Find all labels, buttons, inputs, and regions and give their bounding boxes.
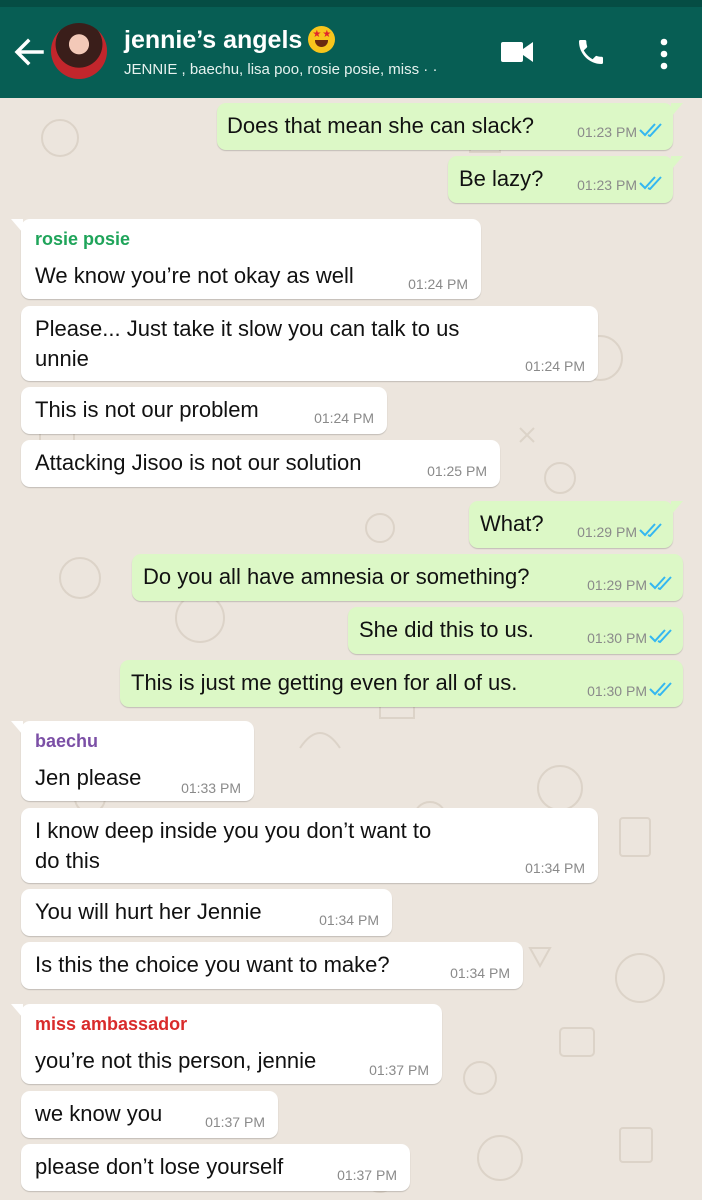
message-bubble-incoming[interactable]: You will hurt her Jennie 01:34 PM bbox=[21, 889, 392, 936]
message-bubble-incoming[interactable]: miss ambassador you’re not this person, … bbox=[11, 1004, 442, 1084]
double-check-read-icon bbox=[649, 576, 672, 590]
message-text: What? bbox=[480, 511, 544, 536]
message-text: Be lazy? bbox=[459, 166, 544, 191]
message-text: Jen please bbox=[35, 765, 142, 790]
status-bar bbox=[0, 0, 702, 7]
back-arrow-icon[interactable] bbox=[12, 37, 46, 67]
video-call-icon[interactable] bbox=[500, 40, 535, 64]
message-time: 01:37 PM bbox=[337, 1167, 397, 1183]
message-text: Attacking Jisoo is not our solution bbox=[35, 450, 362, 475]
chat-header: jennie’s angels JENNIE , baechu, lisa po… bbox=[0, 7, 702, 98]
message-time: 01:34 PM bbox=[450, 965, 510, 981]
message-text: We know you’re not okay as well bbox=[35, 263, 354, 288]
double-check-read-icon bbox=[639, 176, 662, 190]
message-text: Please... Just take it slow you can talk… bbox=[35, 316, 460, 341]
double-check-read-icon bbox=[639, 123, 662, 137]
message-bubble-outgoing[interactable]: What? 01:29 PM bbox=[469, 501, 683, 548]
chat-title[interactable]: jennie’s angels bbox=[124, 26, 336, 55]
message-text: you’re not this person, jennie bbox=[35, 1048, 317, 1073]
message-time: 01:24 PM bbox=[314, 410, 374, 426]
double-check-read-icon bbox=[639, 523, 662, 537]
message-time: 01:30 PM bbox=[587, 630, 647, 646]
message-time: 01:25 PM bbox=[427, 463, 487, 479]
message-time: 01:23 PM bbox=[577, 124, 637, 140]
message-time: 01:29 PM bbox=[587, 577, 647, 593]
message-time: 01:24 PM bbox=[408, 276, 468, 292]
message-bubble-incoming[interactable]: Attacking Jisoo is not our solution 01:2… bbox=[21, 440, 500, 487]
message-time: 01:34 PM bbox=[319, 912, 379, 928]
group-avatar[interactable] bbox=[51, 23, 107, 79]
message-bubble-outgoing[interactable]: Does that mean she can slack? 01:23 PM bbox=[217, 103, 683, 150]
message-bubble-incoming[interactable]: Is this the choice you want to make? 01:… bbox=[21, 942, 523, 989]
message-text: I know deep inside you you don’t want to bbox=[35, 818, 432, 843]
more-options-icon[interactable] bbox=[656, 37, 672, 73]
message-bubble-outgoing[interactable]: Do you all have amnesia or something? 01… bbox=[132, 554, 683, 601]
message-time: 01:23 PM bbox=[577, 177, 637, 193]
message-bubble-outgoing[interactable]: Be lazy? 01:23 PM bbox=[448, 156, 683, 203]
message-bubble-outgoing[interactable]: She did this to us. 01:30 PM bbox=[348, 607, 683, 654]
message-text: Do you all have amnesia or something? bbox=[143, 564, 530, 589]
message-text: This is just me getting even for all of … bbox=[131, 670, 518, 695]
message-time: 01:30 PM bbox=[587, 683, 647, 699]
message-bubble-incoming[interactable]: rosie posie We know you’re not okay as w… bbox=[11, 219, 481, 299]
message-time: 01:33 PM bbox=[181, 780, 241, 796]
message-bubble-incoming[interactable]: please don’t lose yourself 01:37 PM bbox=[21, 1144, 410, 1191]
message-time: 01:37 PM bbox=[369, 1062, 429, 1078]
message-time: 01:24 PM bbox=[525, 358, 585, 374]
participants-list[interactable]: JENNIE , baechu, lisa poo, rosie posie, … bbox=[124, 61, 459, 78]
message-text: please don’t lose yourself bbox=[35, 1154, 284, 1179]
message-text: we know you bbox=[35, 1101, 163, 1126]
message-list[interactable]: Does that mean she can slack? 01:23 PM B… bbox=[0, 98, 702, 1200]
sender-name: rosie posie bbox=[35, 229, 131, 249]
message-text: This is not our problem bbox=[35, 397, 259, 422]
sender-name: miss ambassador bbox=[35, 1014, 188, 1034]
message-text: You will hurt her Jennie bbox=[35, 899, 262, 924]
sender-name: baechu bbox=[35, 731, 99, 751]
message-text: Does that mean she can slack? bbox=[227, 113, 534, 138]
double-check-read-icon bbox=[649, 629, 672, 643]
message-bubble-incoming[interactable]: I know deep inside you you don’t want to… bbox=[21, 808, 598, 883]
double-check-read-icon bbox=[649, 682, 672, 696]
message-text: She did this to us. bbox=[359, 617, 534, 642]
star-struck-emoji-icon bbox=[308, 26, 336, 53]
message-text: Is this the choice you want to make? bbox=[35, 952, 390, 977]
message-text-line2: do this bbox=[35, 848, 100, 873]
message-bubble-incoming[interactable]: Please... Just take it slow you can talk… bbox=[21, 306, 598, 381]
message-bubble-incoming[interactable]: we know you 01:37 PM bbox=[21, 1091, 278, 1138]
chat-title-text: jennie’s angels bbox=[124, 26, 303, 54]
message-bubble-outgoing[interactable]: This is just me getting even for all of … bbox=[120, 660, 683, 707]
message-bubble-incoming[interactable]: This is not our problem 01:24 PM bbox=[21, 387, 387, 434]
message-time: 01:29 PM bbox=[577, 524, 637, 540]
message-time: 01:34 PM bbox=[525, 860, 585, 876]
message-bubble-incoming[interactable]: baechu Jen please 01:33 PM bbox=[11, 721, 254, 801]
message-time: 01:37 PM bbox=[205, 1114, 265, 1130]
message-text-line2: unnie bbox=[35, 346, 89, 371]
phone-call-icon[interactable] bbox=[575, 35, 607, 69]
